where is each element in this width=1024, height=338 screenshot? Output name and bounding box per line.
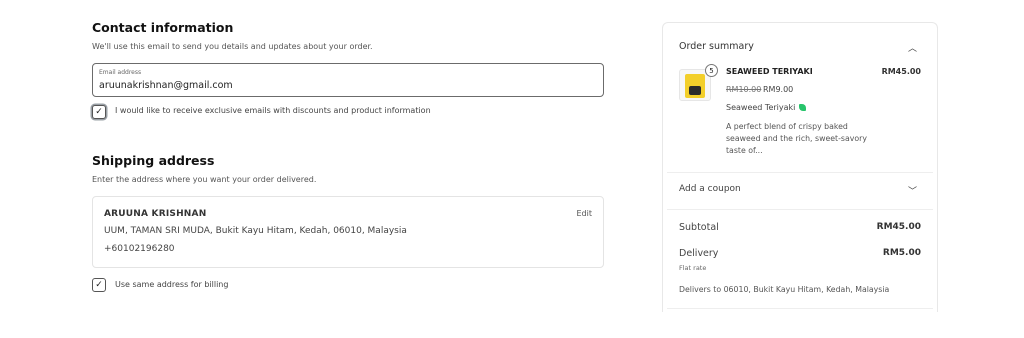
contact-subtitle: We'll use this email to send you details… [92,42,373,51]
divider [667,209,933,210]
email-field-label: Email address [99,69,142,76]
chevron-down-icon[interactable]: ﹀ [908,184,917,197]
marketing-optin-label[interactable]: I would like to receive exclusive emails… [115,106,431,115]
marketing-optin-checkbox[interactable]: ✓ [92,105,106,119]
divider [667,308,933,309]
add-coupon-toggle[interactable]: Add a coupon [679,184,741,194]
contact-title: Contact information [92,20,234,35]
email-field[interactable]: Email address aruunakrishnan@gmail.com [92,63,604,97]
delivery-label: Delivery [679,248,719,259]
product-price: RM9.00 [763,85,794,94]
check-icon: ✓ [95,280,103,290]
email-field-value[interactable]: aruunakrishnan@gmail.com [99,80,233,91]
check-icon: ✓ [95,107,103,117]
chevron-up-icon[interactable]: ︿ [908,41,917,54]
product-variant: Seaweed Teriyaki [726,103,796,112]
recipient-name: ARUUNA KRISHNAN [104,209,207,219]
product-name: SEAWEED TERIYAKI [726,67,813,76]
product-line-total: RM45.00 [881,67,921,76]
subtotal-label: Subtotal [679,222,719,233]
product-description: A perfect blend of crispy baked seaweed … [726,122,867,155]
order-summary-title[interactable]: Order summary [679,41,754,52]
leaf-icon [799,104,806,111]
shipping-subtitle: Enter the address where you want your or… [92,175,317,184]
phone-number: +60102196280 [104,244,175,254]
subtotal-value: RM45.00 [876,222,921,232]
same-billing-label[interactable]: Use same address for billing [115,280,228,289]
order-summary-panel: Order summary ︿ 5 SEAWEED TERIYAKI RM45.… [662,22,938,312]
quantity-badge: 5 [705,64,718,77]
address-line: UUM, TAMAN SRI MUDA, Bukit Kayu Hitam, K… [104,226,407,236]
same-billing-checkbox[interactable]: ✓ [92,278,106,292]
shipping-title: Shipping address [92,153,215,168]
delivery-method: Flat rate [679,264,707,272]
delivery-value: RM5.00 [882,248,921,258]
delivery-note: Delivers to 06010, Bukit Kayu Hitam, Ked… [679,285,890,294]
product-original-price: RM10.00 [726,85,762,94]
shipping-address-card: ARUUNA KRISHNAN Edit UUM, TAMAN SRI MUDA… [92,196,604,268]
edit-address-link[interactable]: Edit [577,209,593,218]
divider [667,172,933,173]
